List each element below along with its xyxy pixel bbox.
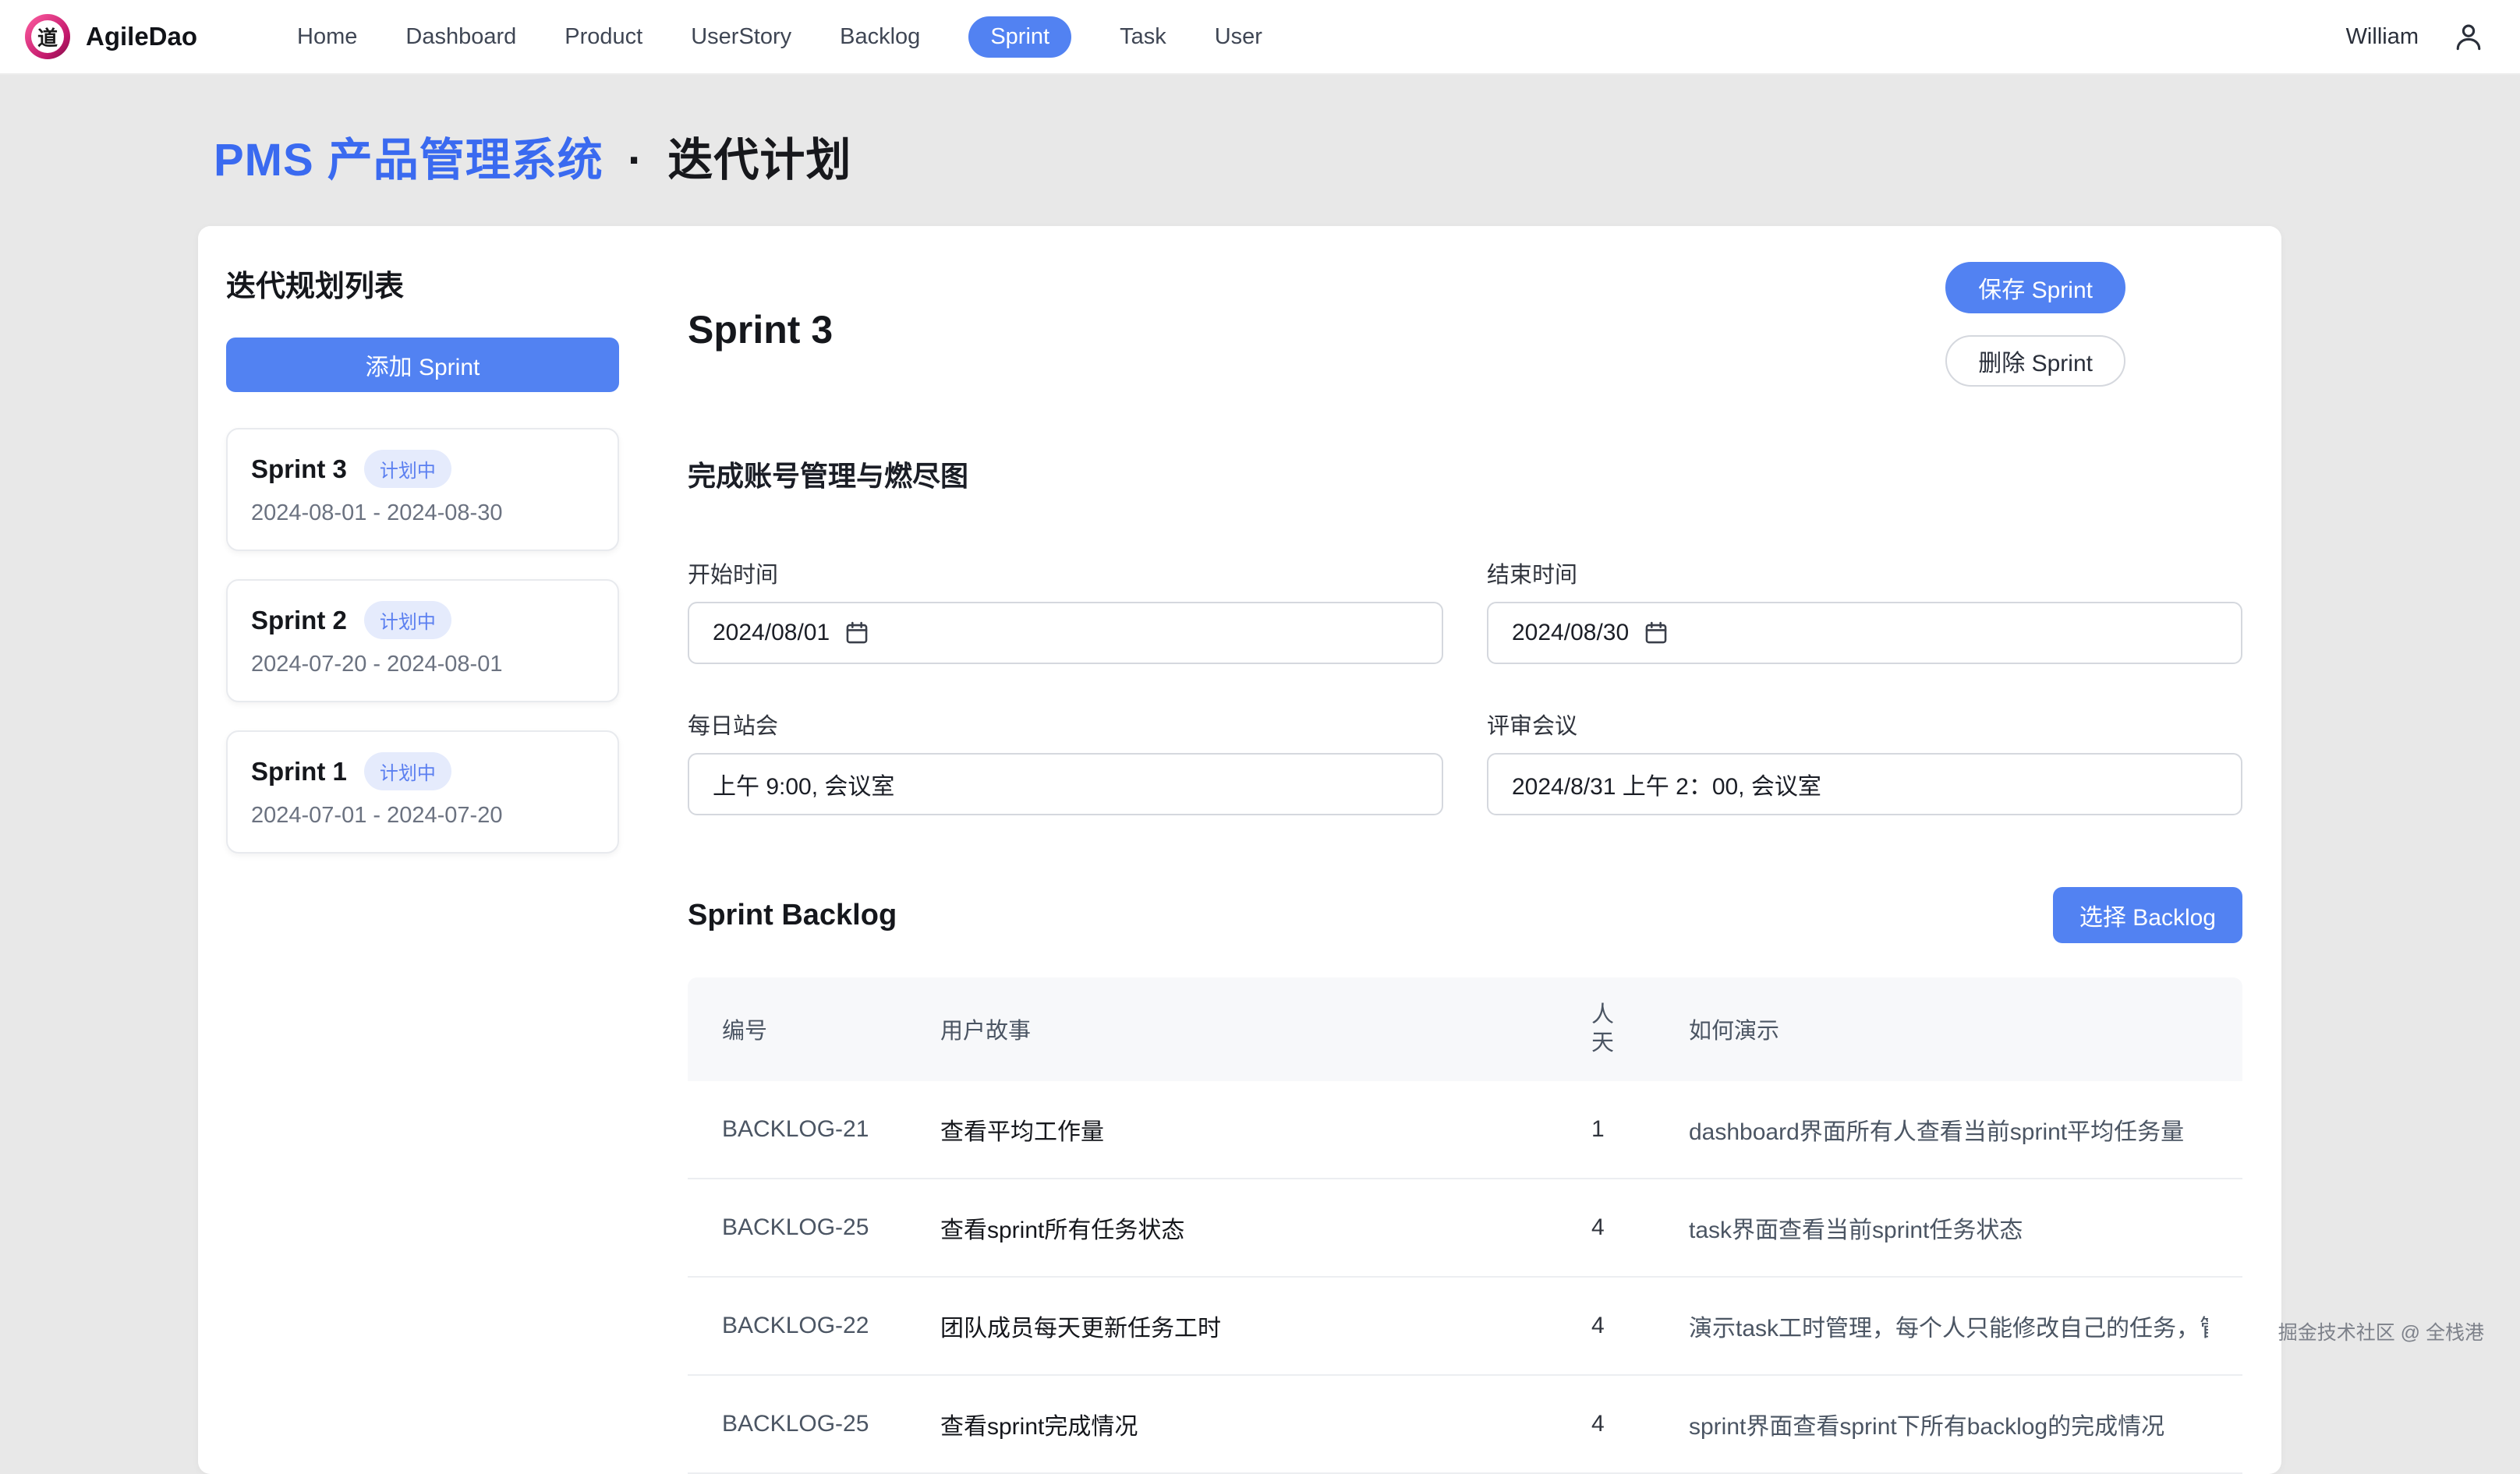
cell-user-story: 团队成员每天更新任务工时 bbox=[940, 1278, 1591, 1374]
current-username: William bbox=[2346, 24, 2419, 50]
end-date-value: 2024/08/30 bbox=[1512, 620, 1629, 646]
sprint-goal: 完成账号管理与燃尽图 bbox=[688, 454, 2242, 494]
sprint-card-head: Sprint 3 计划中 bbox=[251, 450, 594, 488]
page-title: PMS 产品管理系统 · 迭代计划 bbox=[214, 123, 2281, 189]
cell-days: 1 bbox=[1591, 1085, 1689, 1174]
sprint-card-dates: 2024-07-20 - 2024-08-01 bbox=[251, 652, 594, 677]
page-header: PMS 产品管理系统 · 迭代计划 bbox=[198, 75, 2281, 226]
column-header-story: 用户故事 bbox=[940, 989, 1591, 1069]
brand-name: AgileDao bbox=[86, 22, 197, 51]
cell-user-story: 查看平均工作量 bbox=[940, 1081, 1591, 1178]
sprint-panel: 迭代规划列表 添加 Sprint Sprint 3 计划中 2024-08-01… bbox=[198, 226, 2281, 1474]
navbar-right: William bbox=[2346, 19, 2486, 54]
sidebar-title: 迭代规划列表 bbox=[226, 262, 619, 305]
sprint-card-head: Sprint 2 计划中 bbox=[251, 601, 594, 639]
nav-item-product[interactable]: Product bbox=[565, 16, 642, 58]
nav-item-task[interactable]: Task bbox=[1120, 16, 1166, 58]
sprint-card-dates: 2024-08-01 - 2024-08-30 bbox=[251, 500, 594, 526]
backlog-table: 编号 用户故事 人天 如何演示 BACKLOG-21 查看平均工作量 1 das… bbox=[688, 977, 2242, 1474]
sprint-card-head: Sprint 1 计划中 bbox=[251, 752, 594, 790]
sprint-status-badge: 计划中 bbox=[364, 450, 451, 488]
cell-demo: task界面查看当前sprint任务状态 bbox=[1689, 1179, 2208, 1276]
cell-backlog-id: BACKLOG-25 bbox=[722, 1380, 940, 1469]
sprint-card-3[interactable]: Sprint 3 计划中 2024-08-01 - 2024-08-30 bbox=[226, 428, 619, 551]
cell-days: 4 bbox=[1591, 1380, 1689, 1469]
daily-standup-input[interactable]: 上午 9:00, 会议室 bbox=[688, 753, 1443, 815]
delete-sprint-button[interactable]: 删除 Sprint bbox=[1945, 335, 2125, 387]
cell-days: 4 bbox=[1591, 1183, 1689, 1272]
field-review-meeting: 评审会议 2024/8/31 上午 2：00, 会议室 bbox=[1487, 708, 2242, 815]
table-row[interactable]: BACKLOG-25 查看sprint所有任务状态 4 task界面查看当前sp… bbox=[688, 1179, 2242, 1278]
column-header-id: 编号 bbox=[722, 989, 940, 1069]
sprint-card-dates: 2024-07-01 - 2024-07-20 bbox=[251, 803, 594, 829]
end-date-input[interactable]: 2024/08/30 bbox=[1487, 602, 2242, 664]
start-date-input[interactable]: 2024/08/01 bbox=[688, 602, 1443, 664]
nav-item-sprint[interactable]: Sprint bbox=[968, 16, 1071, 58]
daily-standup-value: 上午 9:00, 会议室 bbox=[713, 767, 894, 801]
nav-item-user[interactable]: User bbox=[1215, 16, 1262, 58]
sprint-card-name: Sprint 1 bbox=[251, 757, 347, 786]
column-header-demo: 如何演示 bbox=[1689, 989, 2208, 1069]
field-daily-standup: 每日站会 上午 9:00, 会议室 bbox=[688, 708, 1443, 815]
cell-demo: 演示task工时管理，每个人只能修改自己的任务，管理员可以 bbox=[1689, 1278, 2208, 1374]
cell-user-story: 查看sprint完成情况 bbox=[940, 1376, 1591, 1472]
select-backlog-button[interactable]: 选择 Backlog bbox=[2053, 887, 2242, 943]
table-row[interactable]: BACKLOG-21 查看平均工作量 1 dashboard界面所有人查看当前s… bbox=[688, 1081, 2242, 1179]
table-row[interactable]: BACKLOG-22 团队成员每天更新任务工时 4 演示task工时管理，每个人… bbox=[688, 1278, 2242, 1376]
sprint-detail-title: Sprint 3 bbox=[688, 307, 833, 352]
sprint-status-badge: 计划中 bbox=[364, 601, 451, 639]
brand[interactable]: 道 AgileDao bbox=[25, 14, 197, 59]
sprint-detail-header: Sprint 3 保存 Sprint 删除 Sprint bbox=[688, 262, 2242, 387]
cell-backlog-id: BACKLOG-25 bbox=[722, 1183, 940, 1272]
cell-demo: dashboard界面所有人查看当前sprint平均任务量 bbox=[1689, 1081, 2208, 1178]
sprint-card-2[interactable]: Sprint 2 计划中 2024-07-20 - 2024-08-01 bbox=[226, 579, 619, 702]
calendar-icon[interactable] bbox=[1643, 620, 1669, 646]
page-container: PMS 产品管理系统 · 迭代计划 迭代规划列表 添加 Sprint Sprin… bbox=[198, 75, 2281, 1474]
backlog-title: Sprint Backlog bbox=[688, 899, 897, 932]
brand-logo-icon: 道 bbox=[25, 14, 70, 59]
field-start-date: 开始时间 2024/08/01 bbox=[688, 557, 1443, 664]
nav-item-home[interactable]: Home bbox=[297, 16, 357, 58]
sprint-card-name: Sprint 2 bbox=[251, 606, 347, 635]
app-viewport: 道 AgileDao Home Dashboard Product UserSt… bbox=[0, 0, 2520, 1474]
sprint-card-name: Sprint 3 bbox=[251, 454, 347, 484]
page-title-section: 迭代计划 bbox=[667, 135, 851, 186]
sprint-card-1[interactable]: Sprint 1 计划中 2024-07-01 - 2024-07-20 bbox=[226, 730, 619, 854]
calendar-icon[interactable] bbox=[844, 620, 870, 646]
navbar: 道 AgileDao Home Dashboard Product UserSt… bbox=[0, 0, 2520, 75]
review-meeting-value: 2024/8/31 上午 2：00, 会议室 bbox=[1512, 767, 1821, 801]
add-sprint-button[interactable]: 添加 Sprint bbox=[226, 338, 619, 392]
column-header-days: 人天 bbox=[1591, 977, 1689, 1081]
main-nav: Home Dashboard Product UserStory Backlog… bbox=[297, 16, 1262, 58]
cell-demo: sprint界面查看sprint下所有backlog的完成情况 bbox=[1689, 1376, 2208, 1472]
nav-item-userstory[interactable]: UserStory bbox=[691, 16, 791, 58]
field-label: 评审会议 bbox=[1487, 708, 2242, 741]
table-row[interactable]: BACKLOG-25 查看sprint完成情况 4 sprint界面查看spri… bbox=[688, 1376, 2242, 1474]
cell-backlog-id: BACKLOG-22 bbox=[722, 1281, 940, 1370]
field-label: 结束时间 bbox=[1487, 557, 2242, 589]
sprint-list: Sprint 3 计划中 2024-08-01 - 2024-08-30 Spr… bbox=[226, 428, 619, 854]
user-profile-icon[interactable] bbox=[2451, 19, 2486, 54]
field-label: 每日站会 bbox=[688, 708, 1443, 741]
backlog-table-header: 编号 用户故事 人天 如何演示 bbox=[688, 977, 2242, 1081]
save-sprint-button[interactable]: 保存 Sprint bbox=[1945, 262, 2125, 313]
sprint-detail: Sprint 3 保存 Sprint 删除 Sprint 完成账号管理与燃尽图 … bbox=[647, 226, 2281, 1474]
start-date-value: 2024/08/01 bbox=[713, 620, 830, 646]
sprint-list-sidebar: 迭代规划列表 添加 Sprint Sprint 3 计划中 2024-08-01… bbox=[198, 226, 647, 889]
watermark: 掘金技术社区 @ 全栈港 bbox=[2278, 1317, 2484, 1345]
cell-days: 4 bbox=[1591, 1281, 1689, 1370]
review-meeting-input[interactable]: 2024/8/31 上午 2：00, 会议室 bbox=[1487, 753, 2242, 815]
page-title-system: PMS 产品管理系统 bbox=[214, 135, 603, 186]
sprint-form: 开始时间 2024/08/01 结束时间 2024/08/30 bbox=[688, 557, 2242, 815]
sprint-actions: 保存 Sprint 删除 Sprint bbox=[1945, 262, 2125, 387]
page-title-separator: · bbox=[628, 135, 643, 186]
cell-backlog-id: BACKLOG-21 bbox=[722, 1085, 940, 1174]
field-label: 开始时间 bbox=[688, 557, 1443, 589]
field-end-date: 结束时间 2024/08/30 bbox=[1487, 557, 2242, 664]
nav-item-backlog[interactable]: Backlog bbox=[840, 16, 920, 58]
backlog-header: Sprint Backlog 选择 Backlog bbox=[688, 887, 2242, 943]
cell-user-story: 查看sprint所有任务状态 bbox=[940, 1179, 1591, 1276]
nav-item-dashboard[interactable]: Dashboard bbox=[405, 16, 516, 58]
sprint-status-badge: 计划中 bbox=[364, 752, 451, 790]
